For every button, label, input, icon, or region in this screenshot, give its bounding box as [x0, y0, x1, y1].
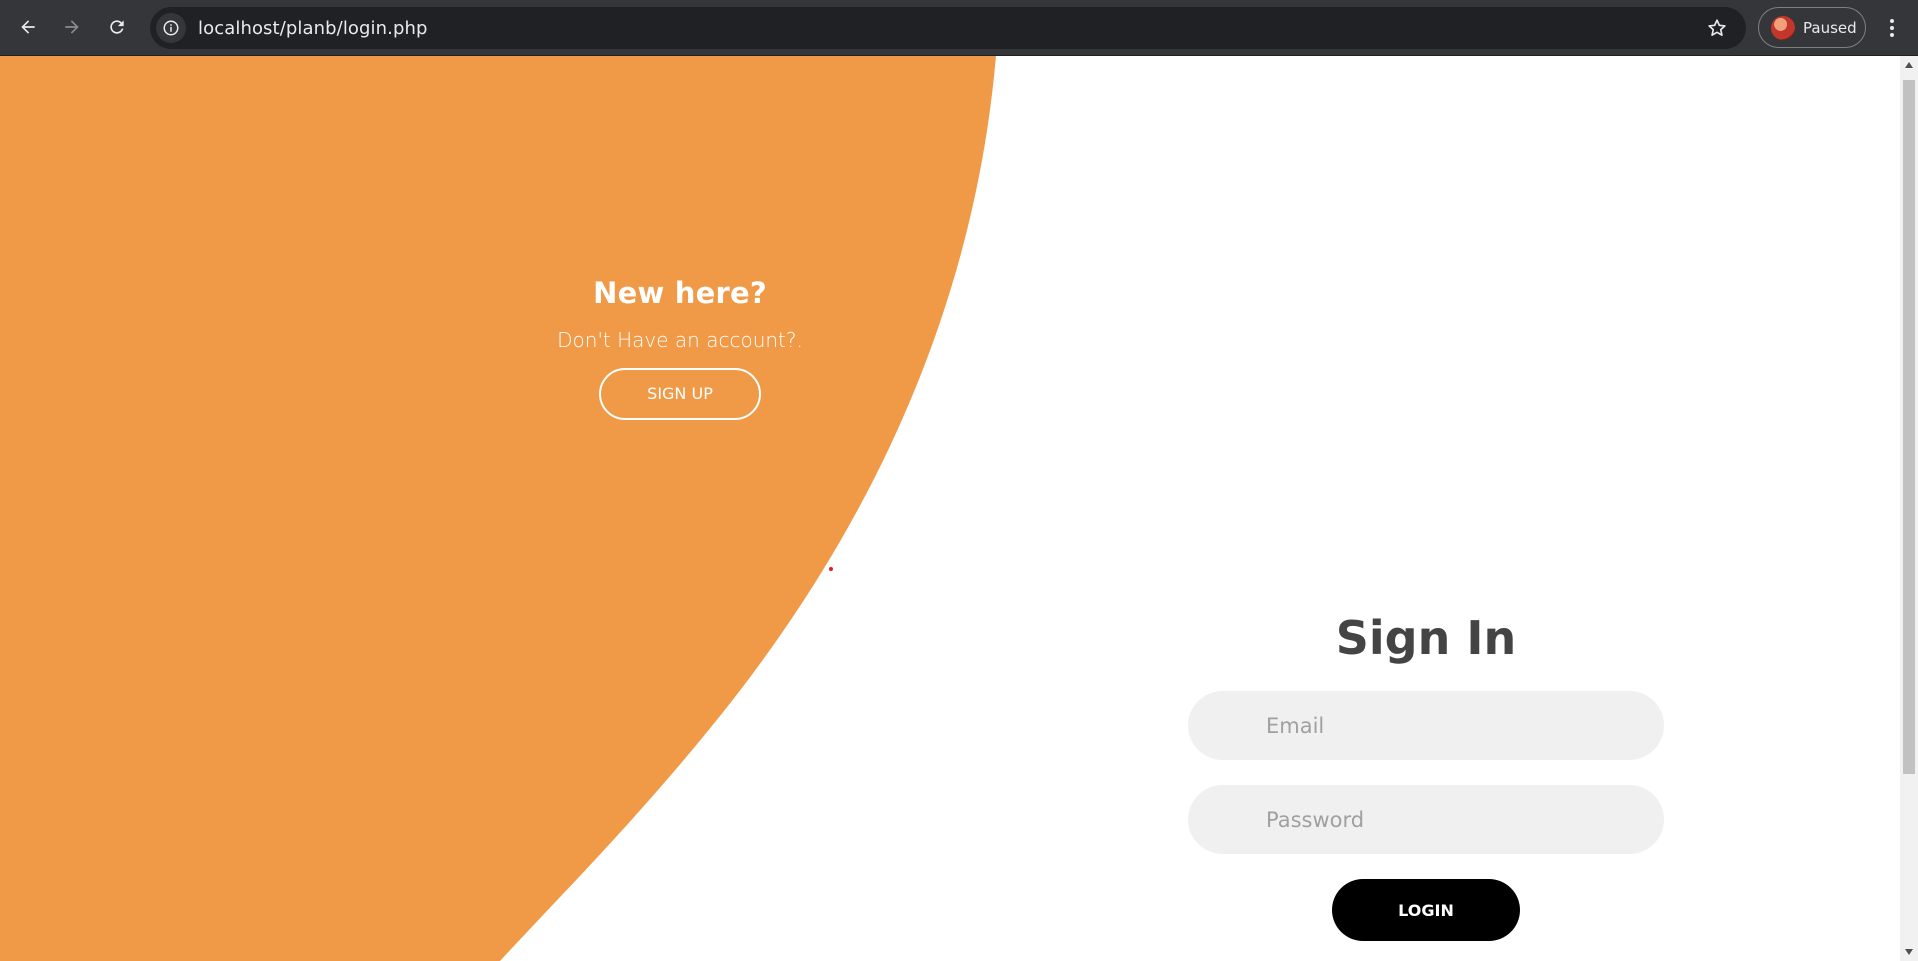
email-input[interactable] [1266, 713, 1664, 738]
password-field-wrapper[interactable] [1188, 785, 1664, 854]
scroll-thumb[interactable] [1903, 80, 1915, 774]
reload-icon [110, 20, 124, 34]
reload-button[interactable] [97, 7, 137, 47]
back-button[interactable] [8, 7, 48, 47]
panel-subtitle: Don't Have an account?. [557, 328, 803, 352]
cursor-dot [829, 567, 833, 571]
signup-panel: New here? Don't Have an account?. SIGN U… [500, 276, 860, 420]
scroll-up-arrow-icon[interactable] [1905, 62, 1913, 68]
signup-button[interactable]: SIGN UP [599, 368, 761, 420]
url-text[interactable]: localhost/planb/login.php [198, 18, 428, 39]
address-bar[interactable]: localhost/planb/login.php [150, 7, 1746, 49]
avatar [1771, 15, 1795, 40]
info-icon [163, 20, 179, 36]
vertical-scrollbar[interactable] [1900, 56, 1918, 961]
site-info-button[interactable] [156, 13, 186, 43]
browser-toolbar: localhost/planb/login.php Paused [0, 0, 1918, 56]
profile-button[interactable]: Paused [1758, 7, 1866, 48]
signin-title: Sign In [1335, 611, 1517, 665]
login-button[interactable]: LOGIN [1332, 879, 1520, 941]
panel-title: New here? [593, 276, 767, 310]
signin-form: Sign In LOGIN [1188, 611, 1664, 941]
forward-button[interactable] [52, 7, 92, 47]
email-field-wrapper[interactable] [1188, 691, 1664, 760]
forward-arrow-icon [65, 20, 79, 34]
page-viewport: New here? Don't Have an account?. SIGN U… [0, 56, 1900, 961]
scroll-down-arrow-icon[interactable] [1905, 949, 1913, 955]
star-icon[interactable] [1706, 17, 1728, 39]
kebab-menu-icon[interactable] [1880, 16, 1904, 40]
back-arrow-icon [21, 20, 35, 34]
password-input[interactable] [1266, 807, 1664, 832]
profile-status: Paused [1803, 18, 1857, 37]
